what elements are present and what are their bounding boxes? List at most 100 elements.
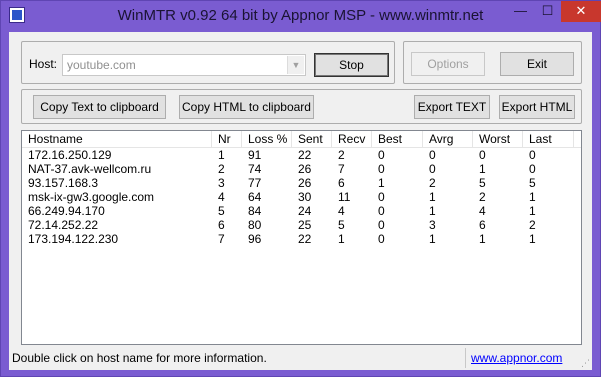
table-row[interactable]: msk-ix-gw3.google.com 4 64 30 11 0 1 2 1 — [22, 190, 581, 204]
cell-worst: 4 — [479, 204, 486, 218]
cell-worst: 0 — [479, 148, 486, 162]
cell-last: 0 — [529, 148, 536, 162]
cell-best: 0 — [378, 190, 385, 204]
cell-hostname[interactable]: 72.14.252.22 — [28, 218, 98, 232]
options-group: Options Exit — [403, 41, 582, 84]
cell-recv: 1 — [338, 232, 345, 246]
col-hostname[interactable]: Hostname — [22, 131, 212, 148]
cell-best: 0 — [378, 162, 385, 176]
host-input-value: youtube.com — [67, 58, 136, 72]
cell-recv: 2 — [338, 148, 345, 162]
cell-hostname[interactable]: 93.157.168.3 — [28, 176, 98, 190]
cell-worst: 2 — [479, 190, 486, 204]
col-avrg[interactable]: Avrg — [423, 131, 473, 148]
export-html-button[interactable]: Export HTML — [499, 95, 575, 119]
col-last[interactable]: Last — [523, 131, 574, 148]
copy-html-button[interactable]: Copy HTML to clipboard — [179, 95, 314, 119]
trace-table[interactable]: Hostname Nr Loss % Sent Recv Best Avrg W… — [21, 130, 582, 345]
cell-nr: 3 — [218, 176, 225, 190]
cell-best: 0 — [378, 148, 385, 162]
cell-loss: 64 — [248, 190, 262, 204]
chevron-down-icon[interactable]: ▼ — [287, 56, 304, 74]
winmtr-window: WinMTR v0.92 64 bit by Appnor MSP - www.… — [0, 0, 601, 377]
table-body: 172.16.250.129 1 91 22 2 0 0 0 0 NAT-37.avk-wellc… — [22, 148, 581, 246]
table-row[interactable]: NAT-37.avk-wellcom.ru 2 74 26 7 0 0 1 0 — [22, 162, 581, 176]
status-separator — [465, 348, 466, 368]
cell-nr: 2 — [218, 162, 225, 176]
cell-recv: 7 — [338, 162, 345, 176]
host-combo[interactable]: youtube.com ▼ — [62, 54, 306, 76]
cell-last: 1 — [529, 190, 536, 204]
cell-hostname[interactable]: msk-ix-gw3.google.com — [28, 190, 154, 204]
cell-loss: 91 — [248, 148, 262, 162]
col-sent[interactable]: Sent — [292, 131, 332, 148]
copy-text-button[interactable]: Copy Text to clipboard — [33, 95, 166, 119]
table-row[interactable]: 172.16.250.129 1 91 22 2 0 0 0 0 — [22, 148, 581, 162]
cell-avrg: 0 — [429, 162, 436, 176]
minimize-button[interactable]: — — [507, 1, 534, 22]
cell-worst: 1 — [479, 232, 486, 246]
cell-nr: 1 — [218, 148, 225, 162]
host-group: Host: youtube.com ▼ Stop — [21, 41, 395, 84]
cell-recv: 4 — [338, 204, 345, 218]
resize-grip-icon[interactable]: ⋰ — [581, 359, 590, 368]
cell-last: 2 — [529, 218, 536, 232]
cell-hostname[interactable]: 172.16.250.129 — [28, 148, 111, 162]
cell-recv: 6 — [338, 176, 345, 190]
cell-sent: 22 — [298, 232, 312, 246]
cell-last: 0 — [529, 162, 536, 176]
cell-sent: 24 — [298, 204, 312, 218]
col-nr[interactable]: Nr — [212, 131, 242, 148]
cell-loss: 74 — [248, 162, 262, 176]
cell-recv: 5 — [338, 218, 345, 232]
table-row[interactable]: 93.157.168.3 3 77 26 6 1 2 5 5 — [22, 176, 581, 190]
cell-best: 1 — [378, 176, 385, 190]
cell-sent: 26 — [298, 176, 312, 190]
status-message: Double click on host name for more infor… — [12, 351, 267, 365]
col-worst[interactable]: Worst — [473, 131, 523, 148]
cell-last: 1 — [529, 204, 536, 218]
exit-button[interactable]: Exit — [500, 52, 574, 76]
cell-loss: 80 — [248, 218, 262, 232]
cell-nr: 7 — [218, 232, 225, 246]
col-recv[interactable]: Recv — [332, 131, 372, 148]
export-group: Copy Text to clipboard Copy HTML to clip… — [21, 89, 582, 124]
cell-hostname[interactable]: 66.249.94.170 — [28, 204, 105, 218]
cell-nr: 5 — [218, 204, 225, 218]
client-area: Host: youtube.com ▼ Stop Options Exit Co… — [9, 32, 592, 370]
cell-recv: 11 — [338, 190, 351, 204]
export-text-button[interactable]: Export TEXT — [414, 95, 490, 119]
table-row[interactable]: 173.194.122.230 7 96 22 1 0 1 1 1 — [22, 232, 581, 246]
host-label: Host: — [29, 57, 58, 71]
cell-loss: 96 — [248, 232, 262, 246]
cell-sent: 22 — [298, 148, 312, 162]
cell-sent: 25 — [298, 218, 312, 232]
cell-avrg: 1 — [429, 190, 436, 204]
cell-hostname[interactable]: 173.194.122.230 — [28, 232, 118, 246]
cell-hostname[interactable]: NAT-37.avk-wellcom.ru — [28, 162, 151, 176]
table-header: Hostname Nr Loss % Sent Recv Best Avrg W… — [22, 131, 581, 148]
cell-worst: 5 — [479, 176, 486, 190]
appnor-link[interactable]: www.appnor.com — [471, 351, 562, 365]
cell-loss: 77 — [248, 176, 262, 190]
cell-avrg: 3 — [429, 218, 436, 232]
cell-last: 1 — [529, 232, 536, 246]
close-button[interactable]: ✕ — [561, 1, 601, 22]
table-row[interactable]: 72.14.252.22 6 80 25 5 0 3 6 2 — [22, 218, 581, 232]
cell-worst: 6 — [479, 218, 486, 232]
cell-last: 5 — [529, 176, 536, 190]
cell-avrg: 1 — [429, 232, 436, 246]
cell-nr: 4 — [218, 190, 225, 204]
cell-avrg: 2 — [429, 176, 436, 190]
cell-best: 0 — [378, 232, 385, 246]
options-button[interactable]: Options — [411, 52, 485, 76]
stop-button[interactable]: Stop — [314, 53, 389, 77]
col-best[interactable]: Best — [372, 131, 423, 148]
table-row[interactable]: 66.249.94.170 5 84 24 4 0 1 4 1 — [22, 204, 581, 218]
maximize-button[interactable]: ☐ — [534, 1, 561, 22]
cell-avrg: 0 — [429, 148, 436, 162]
cell-sent: 26 — [298, 162, 312, 176]
title-bar[interactable]: WinMTR v0.92 64 bit by Appnor MSP - www.… — [1, 1, 601, 32]
col-loss[interactable]: Loss % — [242, 131, 292, 148]
cell-worst: 1 — [479, 162, 486, 176]
